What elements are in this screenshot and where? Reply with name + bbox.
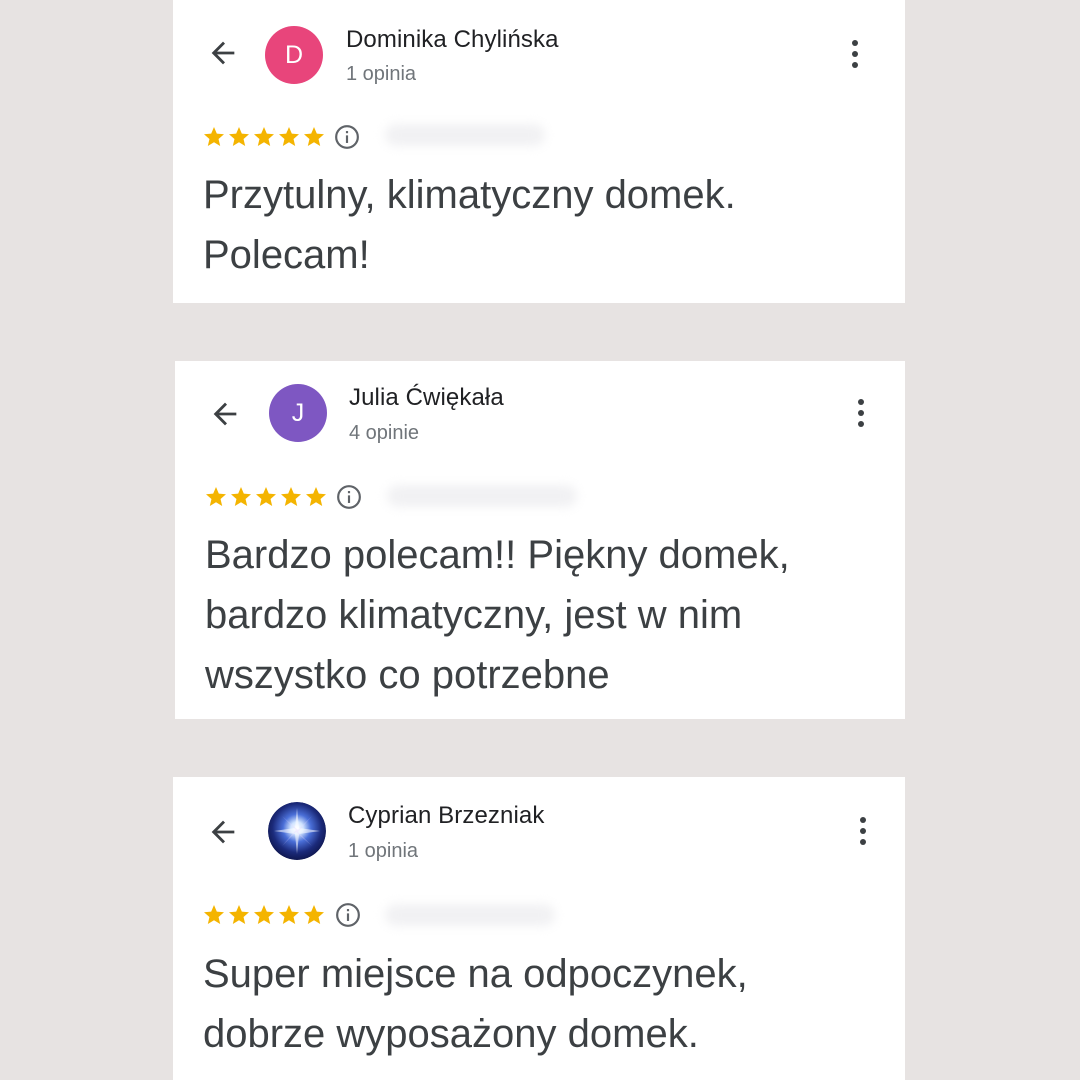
review-line: Super miejsce na odpoczynek,: [203, 952, 748, 996]
avatar[interactable]: J: [269, 384, 327, 442]
blurred-date: [385, 124, 545, 146]
review-count: 4 opinie: [349, 422, 420, 444]
review-count: 1 opinia: [348, 840, 419, 862]
avatar-image: [268, 802, 326, 860]
reviewer-name[interactable]: Julia Ćwiękała: [349, 384, 504, 412]
more-options-icon[interactable]: [837, 34, 873, 74]
info-icon[interactable]: [336, 484, 362, 510]
star-icon: [256, 487, 276, 506]
star-icon: [204, 905, 224, 924]
info-icon[interactable]: [334, 124, 360, 150]
review-card: D Dominika Chylińska 1 opinia Przytulny,…: [173, 0, 905, 303]
review-card: J Julia Ćwiękała 4 opinie Bardzo polecam…: [175, 361, 905, 719]
back-arrow-icon[interactable]: [205, 394, 245, 434]
star-icon: [304, 905, 324, 924]
star-rating: [202, 124, 326, 150]
review-line: Polecam!: [203, 233, 370, 277]
review-line: wszystko co potrzebne: [205, 653, 610, 697]
back-arrow-icon[interactable]: [203, 812, 243, 852]
reviewer-name[interactable]: Dominika Chylińska: [346, 26, 559, 54]
star-icon: [279, 905, 299, 924]
avatar[interactable]: D: [265, 26, 323, 84]
star-icon: [229, 127, 249, 146]
star-rating: [202, 902, 326, 928]
star-icon: [229, 905, 249, 924]
blurred-date: [385, 904, 555, 926]
review-line: bardzo klimatyczny, jest w nim: [205, 593, 743, 637]
star-icon: [281, 487, 301, 506]
star-icon: [231, 487, 251, 506]
review-line: dobrze wyposażony domek.: [203, 1012, 699, 1056]
avatar-letter: J: [291, 398, 305, 427]
star-rating: [204, 484, 328, 510]
more-options-icon[interactable]: [845, 811, 881, 851]
avatar[interactable]: [268, 802, 326, 860]
review-count: 1 opinia: [346, 63, 417, 85]
blurred-date: [387, 485, 577, 507]
review-text: Przytulny, klimatyczny domek. Polecam!: [203, 165, 883, 285]
review-line: Przytulny, klimatyczny domek.: [203, 173, 736, 217]
star-icon: [254, 127, 274, 146]
review-text: Bardzo polecam!! Piękny domek, bardzo kl…: [205, 525, 885, 705]
star-icon: [206, 487, 226, 506]
avatar-letter: D: [284, 40, 304, 69]
star-icon: [279, 127, 299, 146]
star-icon: [254, 905, 274, 924]
review-card: Cyprian Brzezniak 1 opinia Super miejsce…: [173, 777, 905, 1080]
more-options-icon[interactable]: [843, 393, 879, 433]
star-icon: [306, 487, 326, 506]
info-icon[interactable]: [335, 902, 361, 928]
star-icon: [204, 127, 224, 146]
reviewer-name[interactable]: Cyprian Brzezniak: [348, 802, 544, 830]
back-arrow-icon[interactable]: [203, 33, 243, 73]
review-line: Bardzo polecam!! Piękny domek,: [205, 533, 790, 577]
review-text: Super miejsce na odpoczynek, dobrze wypo…: [203, 944, 883, 1064]
star-icon: [304, 127, 324, 146]
